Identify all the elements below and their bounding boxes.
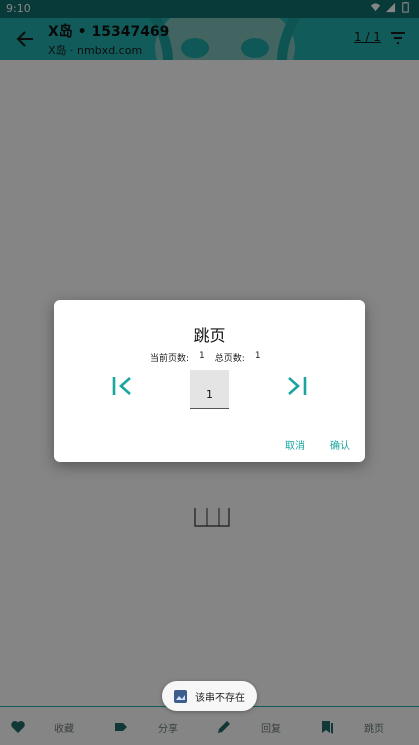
jump-page-dialog: 跳页 当前页数: 1 总页数: 1 取消 确认	[54, 300, 365, 462]
current-page-label: 当前页数:	[150, 354, 190, 364]
toast-text: 该串不存在	[195, 692, 245, 704]
total-pages-value: 1	[254, 351, 261, 361]
current-page-value: 1	[199, 351, 205, 361]
cancel-button[interactable]: 取消	[285, 437, 305, 452]
last-page-icon[interactable]	[285, 373, 309, 399]
first-page-icon[interactable]	[110, 373, 134, 399]
total-pages-label: 总页数:	[214, 354, 245, 364]
app-icon	[174, 689, 187, 703]
page-number-input[interactable]	[190, 370, 229, 409]
page-info: 当前页数: 1 总页数: 1	[150, 351, 261, 364]
confirm-button[interactable]: 确认	[330, 437, 350, 452]
toast: 该串不存在	[162, 681, 257, 711]
dialog-title: 跳页	[193, 326, 226, 345]
